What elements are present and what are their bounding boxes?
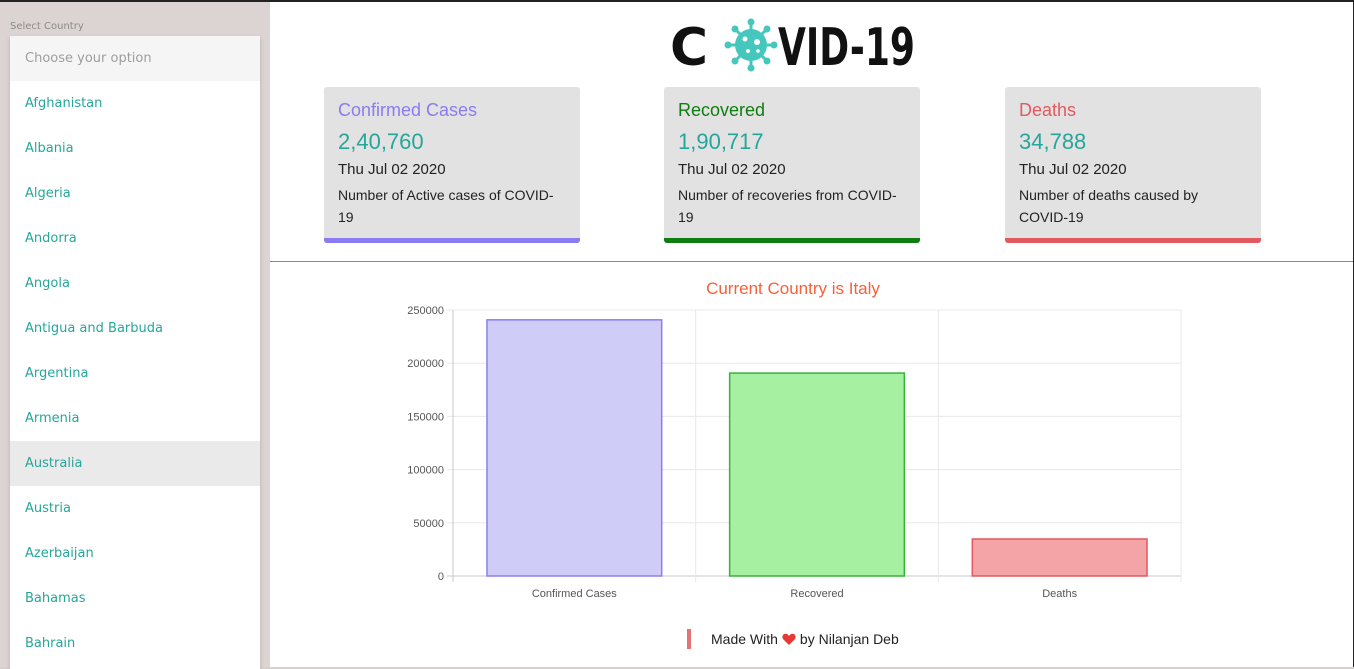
card-description: Number of recoveries from COVID-19: [678, 187, 897, 225]
card-title: Recovered: [678, 100, 766, 120]
chart-title: Current Country is Italy: [706, 279, 880, 298]
x-tick-label: Deaths: [1042, 588, 1077, 600]
x-tick-label: Recovered: [790, 588, 843, 600]
x-tick-label: Confirmed Cases: [532, 588, 617, 600]
logo-text-rest: VID-19: [778, 18, 915, 75]
select-country-label: Select Country: [10, 21, 84, 32]
card-date: Thu Jul 02 2020: [338, 161, 446, 178]
y-tick-label: 100000: [407, 465, 444, 477]
card-title: Deaths: [1019, 100, 1077, 120]
card-value: 2,40,760: [338, 129, 424, 154]
y-tick-label: 0: [438, 571, 444, 583]
card-accent-stripe: [1005, 238, 1261, 243]
card-value: 1,90,717: [678, 129, 764, 154]
dropdown-option-antigua-and-barbuda[interactable]: Antigua and Barbuda: [10, 306, 260, 351]
virus-icon: [724, 18, 778, 72]
y-tick-label: 50000: [413, 518, 444, 530]
dropdown-option-australia[interactable]: Australia: [10, 441, 260, 486]
recovered-card: Recovered 1,90,717 Thu Jul 02 2020 Numbe…: [664, 87, 920, 243]
confirmed-cases-card: Confirmed Cases 2,40,760 Thu Jul 02 2020…: [324, 87, 580, 243]
y-tick-label: 150000: [407, 411, 444, 423]
y-tick-label: 250000: [407, 305, 444, 317]
main-content: C VID-19 Confirmed Cases 2,40,760 Thu Ju…: [270, 2, 1354, 667]
sidebar: Select Country Choose your option Afghan…: [0, 2, 270, 669]
y-tick-label: 200000: [407, 358, 444, 370]
card-accent-stripe: [664, 238, 920, 243]
footer-accent-bar: [687, 629, 691, 649]
dropdown-option-bahamas[interactable]: Bahamas: [10, 576, 260, 621]
logo-text-c: C: [670, 18, 708, 75]
card-date: Thu Jul 02 2020: [1019, 161, 1127, 178]
dropdown-option-andorra[interactable]: Andorra: [10, 216, 260, 261]
dropdown-option-angola[interactable]: Angola: [10, 261, 260, 306]
footer-author: by Nilanjan Deb: [799, 631, 899, 647]
card-date: Thu Jul 02 2020: [678, 161, 786, 178]
card-title: Confirmed Cases: [338, 100, 478, 120]
dropdown-option-argentina[interactable]: Argentina: [10, 351, 260, 396]
bar-confirmed-cases: [486, 319, 663, 577]
card-description: Number of Active cases of COVID-19: [338, 187, 554, 225]
dropdown-placeholder[interactable]: Choose your option: [10, 36, 260, 81]
dropdown-option-albania[interactable]: Albania: [10, 126, 260, 171]
dropdown-option-algeria[interactable]: Algeria: [10, 171, 260, 216]
card-accent-stripe: [324, 238, 580, 243]
dropdown-option-azerbaijan[interactable]: Azerbaijan: [10, 531, 260, 576]
dropdown-option-austria[interactable]: Austria: [10, 486, 260, 531]
footer: Made With by Nilanjan Deb: [687, 628, 899, 650]
heart-icon: [782, 633, 796, 646]
deaths-card: Deaths 34,788 Thu Jul 02 2020 Number of …: [1005, 87, 1261, 243]
footer-made-with: Made With: [711, 631, 778, 647]
country-dropdown[interactable]: Choose your option Afghanistan Albania Alg…: [10, 36, 260, 669]
card-description: Number of deaths caused by COVID-19: [1019, 187, 1198, 225]
dropdown-option-bahrain[interactable]: Bahrain: [10, 621, 260, 666]
dropdown-option-armenia[interactable]: Armenia: [10, 396, 260, 441]
bar-chart: 250000 200000 150000 100000 50000 0 Confirmed …: [407, 305, 1182, 600]
dropdown-option-afghanistan[interactable]: Afghanistan: [10, 81, 260, 126]
card-value: 34,788: [1019, 129, 1087, 154]
section-divider: [270, 261, 1354, 262]
covid-19-logo: C VID-19: [670, 18, 915, 75]
bar-deaths: [971, 538, 1148, 577]
bar-recovered: [728, 372, 906, 577]
